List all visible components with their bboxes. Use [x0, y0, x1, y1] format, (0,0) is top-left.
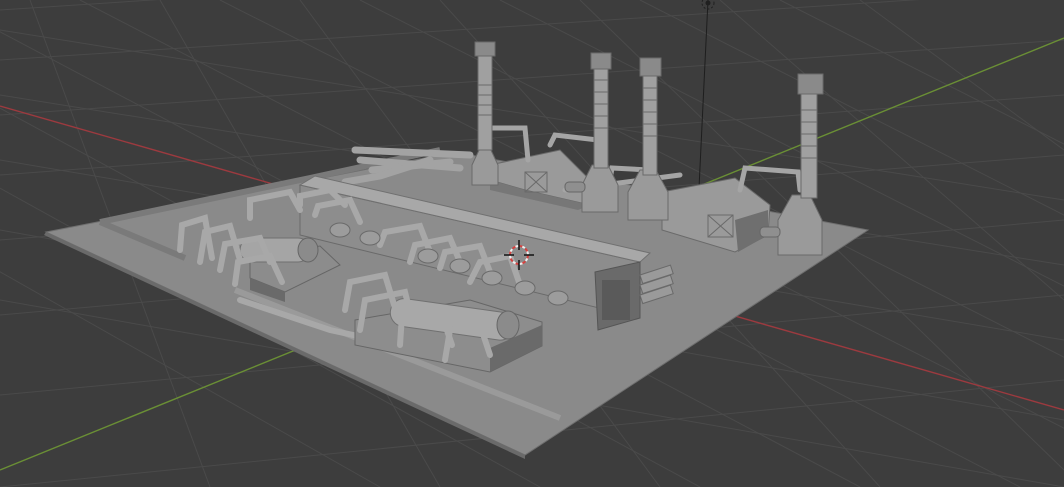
- exhaust-stack-4: [777, 73, 824, 256]
- exhaust-stack-1: [471, 41, 499, 186]
- industrial-plant-model[interactable]: [44, 41, 870, 459]
- 3d-viewport[interactable]: [0, 0, 1064, 487]
- exhaust-stack-2: [581, 52, 619, 213]
